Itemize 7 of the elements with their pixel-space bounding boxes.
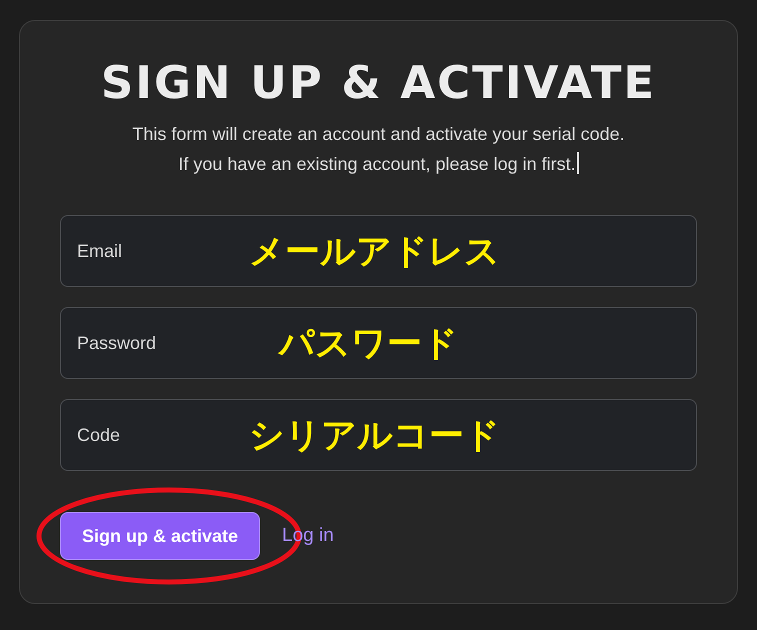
annotation-text: メールアドレス [249,231,500,274]
annotation-text: パスワード [279,323,458,366]
text-cursor-icon [576,152,579,174]
description-text: This form will create an account and activate your serial code. If you have an existing account, please log in first. [131,123,626,176]
annotation-text: シリアルコード [249,415,500,458]
page-title: SIGN UP & ACTIVATE [100,57,658,109]
signup-button[interactable]: Sign up & activate [60,512,260,560]
